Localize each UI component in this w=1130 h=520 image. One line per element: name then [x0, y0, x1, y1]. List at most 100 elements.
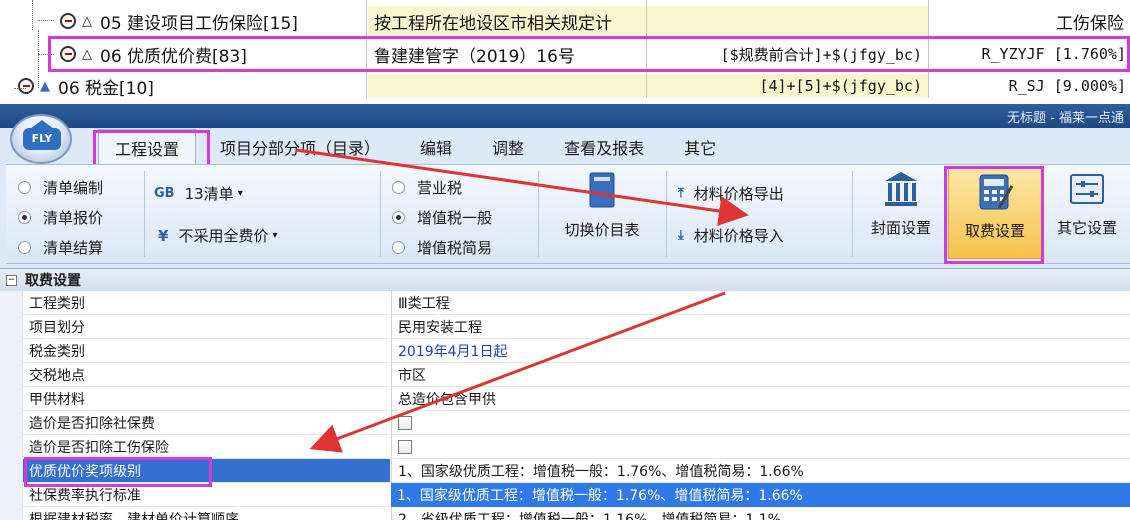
switch-price-button[interactable]: 切换价目表: [542, 171, 662, 240]
tax-mode-simple[interactable]: 增值税简易: [392, 237, 492, 258]
setting-key: 交税地点: [22, 363, 390, 387]
app-window: 无标题 - 福莱一点通 FLY 工程设置 项目分部分项（目录） 编辑 调整 查看…: [0, 104, 1130, 520]
fee-row-name-text: 05 建设项目工伤保险[15]: [100, 13, 298, 34]
highlight-box: [944, 166, 1044, 264]
radio-label: 增值税一般: [417, 209, 493, 227]
radio-label: 清单报价: [43, 209, 104, 227]
setting-key: 根据建材税率，建材单价计算顺序: [22, 507, 390, 520]
screenshot-root: △ 05 建设项目工伤保险[15] 按工程所在地设区市相关规定计 工伤保险 △ 06…: [0, 0, 1130, 520]
setting-key: 甲供材料: [22, 387, 390, 411]
fee-row-formula: [648, 6, 928, 36]
gb-icon: GB: [154, 186, 175, 201]
setting-row[interactable]: 税金类别 2019年4月1日起: [0, 339, 1130, 363]
setting-row[interactable]: 交税地点 市区: [0, 363, 1130, 387]
import-price-button[interactable]: ⤓ 材料价格导入: [678, 225, 784, 246]
fee-row-name-text: 06 税金[10]: [58, 78, 154, 99]
setting-value[interactable]: 2019年4月1日起: [391, 339, 1130, 363]
setting-value[interactable]: 总造价包含甲供: [391, 387, 1130, 411]
collapse-icon[interactable]: −: [6, 274, 17, 286]
bill-mode-settle[interactable]: 清单结算: [18, 237, 103, 258]
row-gutter: [0, 459, 22, 483]
bill-mode-compile[interactable]: 清单编制: [18, 177, 103, 198]
other-settings-button[interactable]: 其它设置: [1044, 169, 1130, 238]
title-bar: 无标题 - 福莱一点通: [0, 104, 1130, 128]
fee-row[interactable]: ▲ 06 税金[10] [4]+[5]+$(jfgy_bc) R_SJ [9.00…: [0, 74, 1130, 98]
standard-dropdown[interactable]: GB 13清单 ▾: [154, 183, 243, 204]
cover-settings-button[interactable]: 封面设置: [858, 169, 944, 238]
row-gutter: [0, 435, 22, 459]
setting-value[interactable]: 民用安装工程: [391, 315, 1130, 339]
setting-value[interactable]: 市区: [391, 363, 1130, 387]
dropdown-option-selected[interactable]: 1、国家级优质工程：增值税一般：1.76%、增值税简易：1.66%: [391, 483, 1130, 507]
standard-label: 13清单: [184, 185, 234, 203]
triangle-icon: △: [82, 13, 92, 29]
row-gutter: [0, 411, 22, 435]
setting-row[interactable]: 造价是否扣除社保费: [0, 411, 1130, 435]
export-label: 材料价格导出: [693, 185, 784, 203]
tab-view-reports[interactable]: 查看及报表: [548, 129, 660, 165]
window-title: 无标题 - 福莱一点通: [1007, 111, 1124, 126]
logo-text: FLY: [23, 128, 61, 150]
standard-group: GB 13清单 ▾ ¥ 不采用全费价 ▾: [148, 167, 378, 261]
checkbox[interactable]: [398, 415, 412, 430]
setting-row[interactable]: 造价是否扣除工伤保险: [0, 435, 1130, 459]
radio-icon: [18, 181, 31, 194]
group-divider: [852, 171, 853, 257]
tab-project-items[interactable]: 项目分部分项（目录）: [204, 129, 396, 165]
pricing-dropdown[interactable]: ¥ 不采用全费价 ▾: [158, 225, 277, 246]
fee-row[interactable]: △ 05 建设项目工伤保险[15] 按工程所在地设区市相关规定计 工伤保险: [0, 6, 1130, 36]
tab-adjust[interactable]: 调整: [476, 129, 540, 165]
highlight-box: [93, 130, 210, 168]
building-icon: [885, 172, 917, 206]
bill-mode-quote[interactable]: 清单报价: [18, 207, 103, 228]
group-divider: [144, 171, 145, 257]
pricing-label: 不采用全费价: [178, 227, 269, 245]
import-icon: ⤓: [678, 228, 684, 243]
radio-label: 清单结算: [43, 239, 104, 257]
setting-value[interactable]: Ⅲ类工程: [391, 291, 1130, 315]
checkbox[interactable]: [398, 439, 412, 454]
row-gutter: [0, 483, 22, 507]
group-divider: [380, 171, 381, 257]
chevron-down-icon: ▾: [272, 230, 278, 241]
setting-key: 造价是否扣除工伤保险: [22, 435, 390, 459]
radio-icon: [18, 241, 31, 254]
yen-icon: ¥: [158, 226, 169, 245]
tax-mode-general[interactable]: 增值税一般: [392, 207, 492, 228]
fee-node-icon: [60, 13, 76, 29]
setting-value: [391, 411, 1130, 435]
fee-tree: △ 05 建设项目工伤保险[15] 按工程所在地设区市相关规定计 工伤保险 △ 06…: [0, 0, 1130, 98]
cover-label: 封面设置: [870, 219, 931, 237]
app-logo[interactable]: FLY: [10, 114, 72, 164]
setting-row[interactable]: 甲供材料 总造价包含甲供: [0, 387, 1130, 411]
fee-row-code: R_SJ [9.000%]: [1008, 77, 1126, 95]
other-settings-label: 其它设置: [1056, 219, 1117, 237]
row-gutter: [0, 507, 22, 520]
fee-row-name: △ 05 建设项目工伤保险[15]: [56, 6, 366, 36]
setting-row[interactable]: 工程类别 Ⅲ类工程: [0, 291, 1130, 315]
group-divider: [538, 171, 539, 257]
fee-row-basis: 按工程所在地设区市相关规定计: [368, 6, 648, 36]
setting-value[interactable]: 1、国家级优质工程：增值税一般：1.76%、增值税简易：1.66%: [391, 459, 1130, 483]
setting-row[interactable]: 项目划分 民用安装工程: [0, 315, 1130, 339]
group-divider: [666, 171, 667, 257]
tab-edit[interactable]: 编辑: [404, 129, 468, 165]
setting-key: 造价是否扣除社保费: [22, 411, 390, 435]
tax-mode-business[interactable]: 营业税: [392, 177, 462, 198]
bill-mode-group: 清单编制 清单报价 清单结算: [12, 167, 142, 261]
dropdown-option[interactable]: 2、省级优质工程：增值税一般：1.16%、增值税简易：1.1%: [391, 507, 1130, 520]
tab-other[interactable]: 其它: [668, 129, 732, 165]
row-gutter: [0, 387, 22, 411]
section-title: 取费设置: [25, 273, 81, 289]
section-header[interactable]: − 取费设置: [0, 269, 1130, 291]
radio-label: 营业税: [417, 179, 463, 197]
row-gutter: [0, 363, 22, 387]
radio-label: 清单编制: [43, 179, 104, 197]
radio-icon: [392, 211, 405, 224]
export-price-button[interactable]: ⤒ 材料价格导出: [678, 183, 784, 204]
fee-settings-panel: − 取费设置 工程类别 Ⅲ类工程 项目划分 民用安装工程 税金类别 2019年4…: [0, 268, 1130, 520]
row-gutter: [0, 291, 22, 315]
export-icon: ⤒: [678, 186, 684, 201]
fee-row-basis: [368, 74, 648, 98]
book-icon: [589, 172, 615, 208]
